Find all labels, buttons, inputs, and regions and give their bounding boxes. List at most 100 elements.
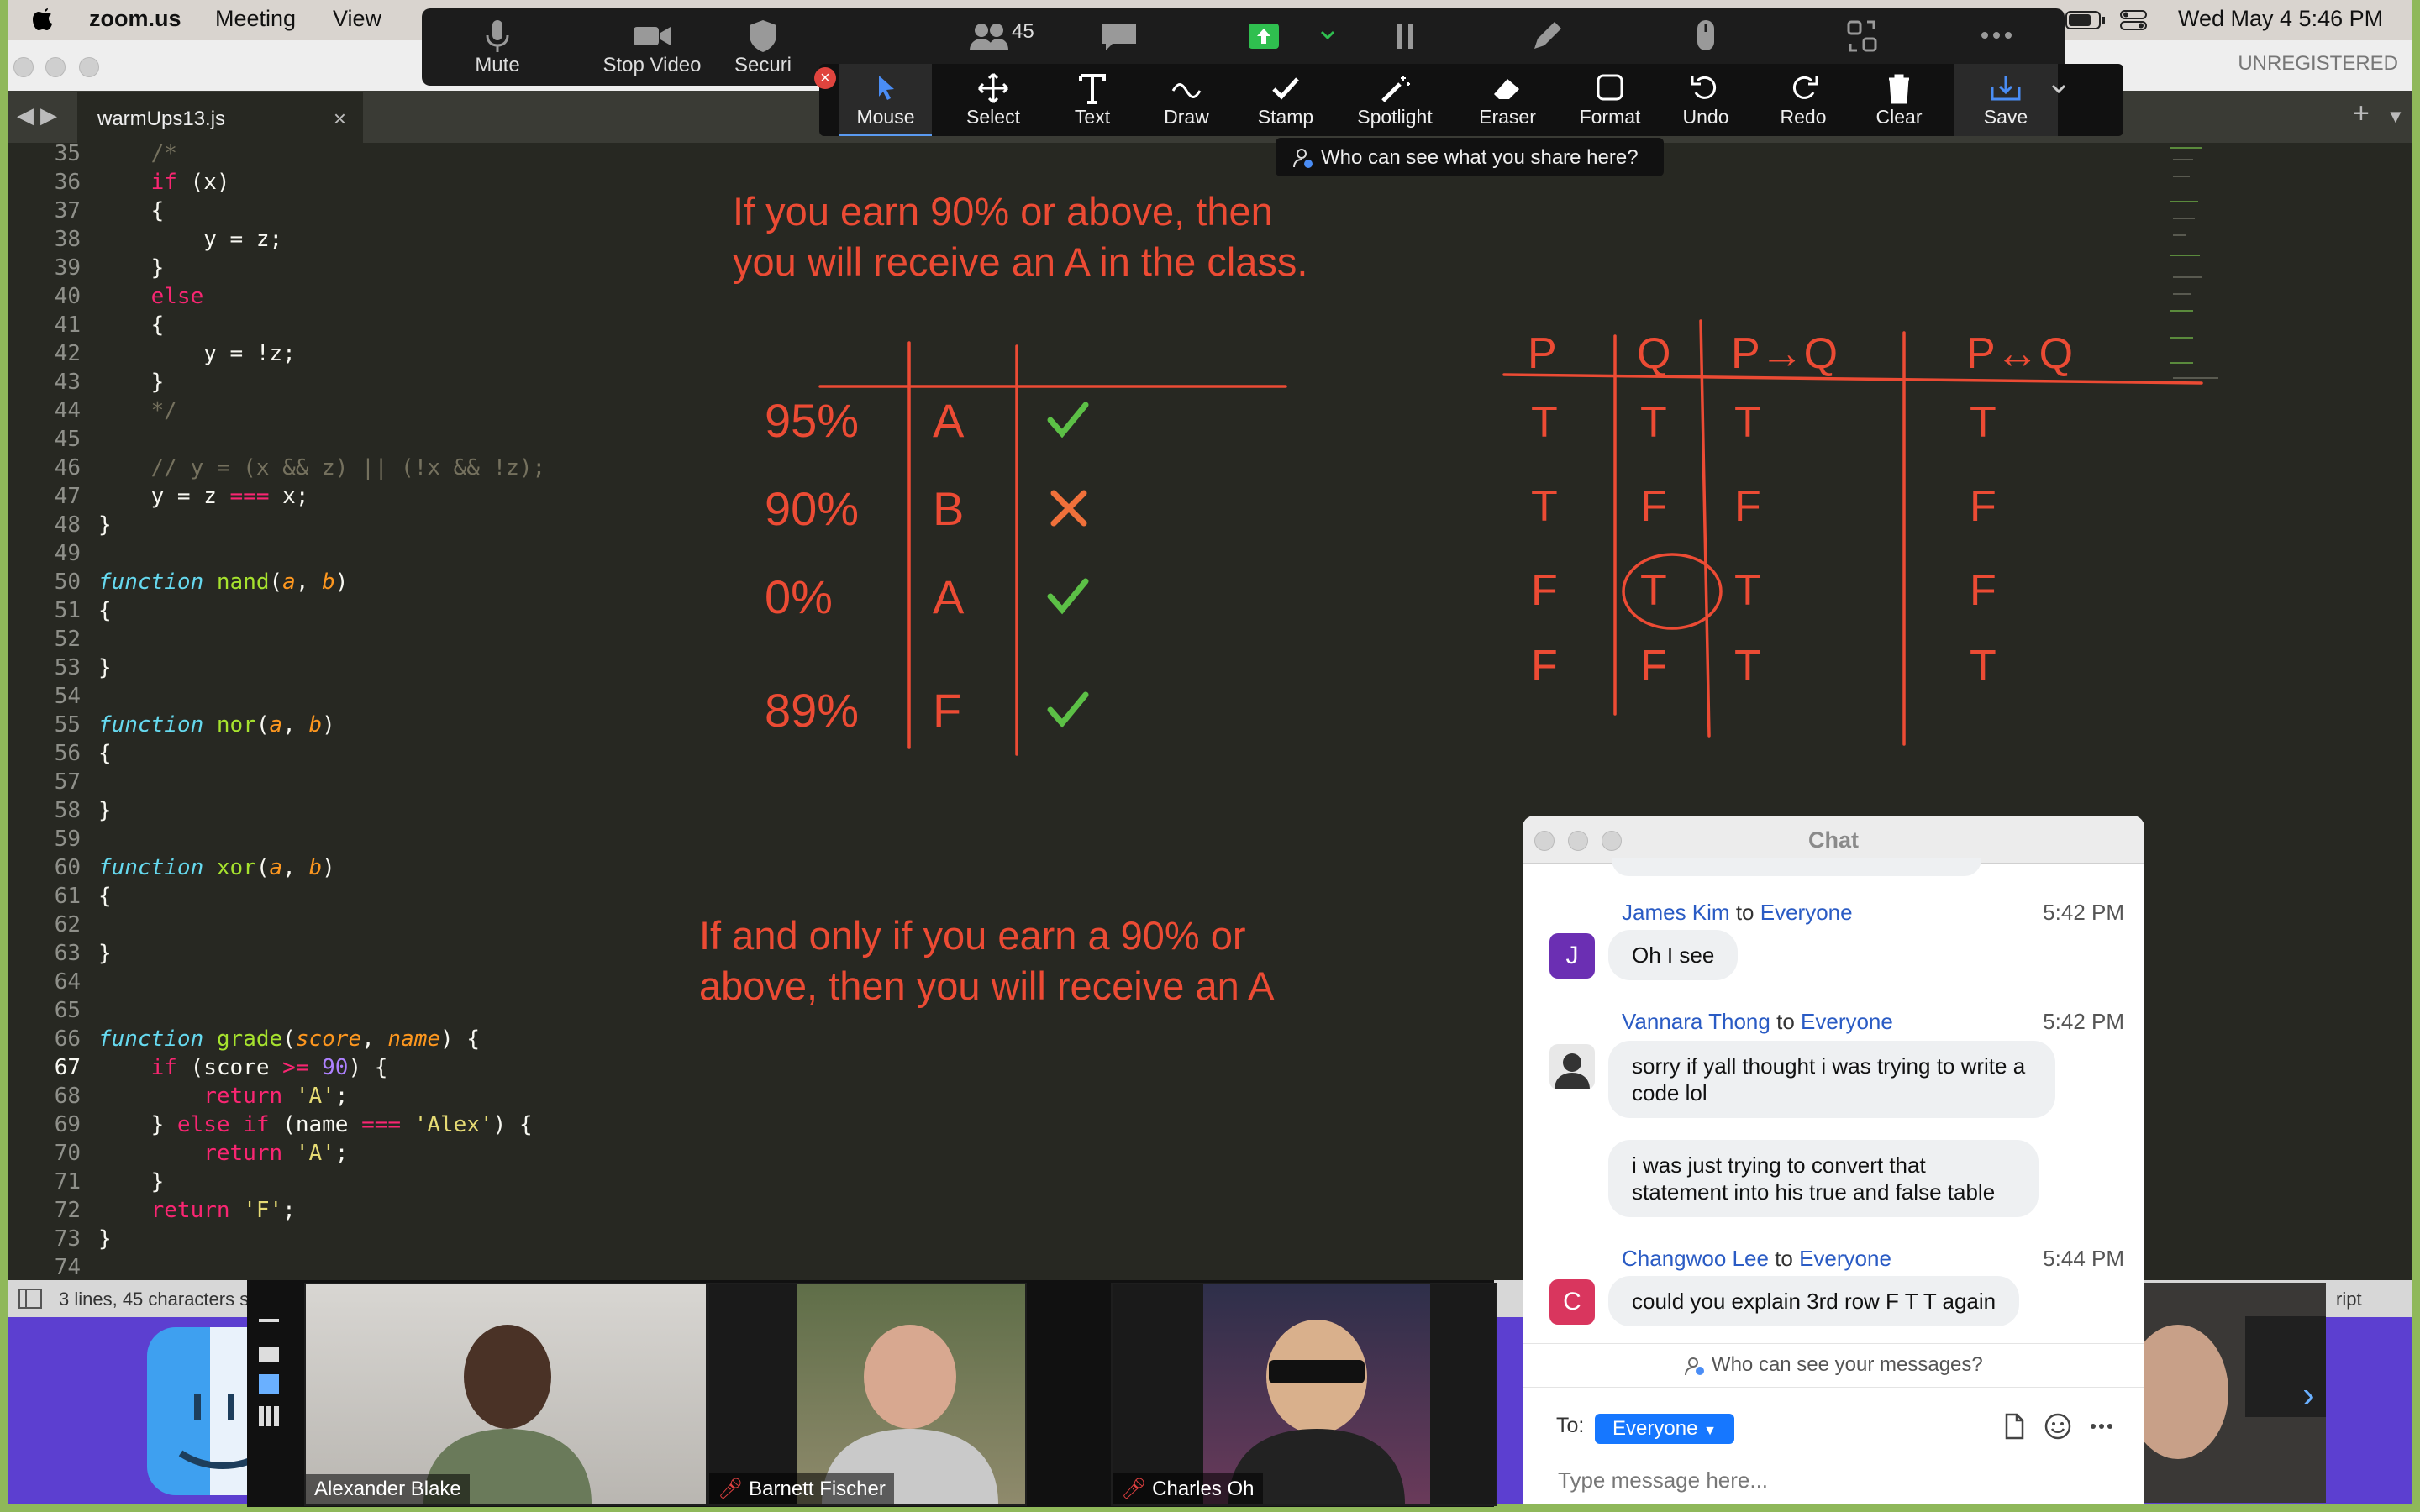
gallery-layout-controls[interactable] xyxy=(259,1319,282,1426)
message-visibility-link[interactable]: Who can see your messages? xyxy=(1523,1353,2144,1377)
tool-undo[interactable]: Undo xyxy=(1660,64,1752,136)
recipient-name[interactable]: Everyone xyxy=(1801,1009,1893,1034)
security-button[interactable]: Securi xyxy=(713,8,813,86)
video-tile-charles-oh[interactable]: 🎤︎ Charles Oh xyxy=(1111,1283,1497,1506)
panel-toggle-icon[interactable] xyxy=(18,1289,42,1309)
code-line[interactable]: { xyxy=(98,598,112,623)
code-line[interactable]: } xyxy=(98,255,165,281)
tab-warmups13[interactable]: warmUps13.js × xyxy=(77,92,363,143)
save-options-chevron[interactable] xyxy=(2046,64,2071,136)
code-line[interactable]: { xyxy=(98,741,112,766)
tool-format[interactable]: Format xyxy=(1564,64,1656,136)
close-annotation-icon[interactable]: × xyxy=(814,67,836,89)
code-line[interactable]: if (score >= 90) { xyxy=(98,1055,388,1080)
code-line[interactable]: y = z; xyxy=(98,227,282,252)
minimap[interactable] xyxy=(2168,143,2227,395)
mute-button[interactable]: Mute xyxy=(422,8,573,86)
code-line[interactable]: } xyxy=(98,1169,165,1194)
message-bubble[interactable]: i was just trying to convert that statem… xyxy=(1608,1140,2039,1217)
code-line[interactable]: } xyxy=(98,941,112,966)
tool-text[interactable]: Text xyxy=(1046,64,1139,136)
tab-close-icon[interactable]: × xyxy=(334,106,346,132)
code-line[interactable]: y = z === x; xyxy=(98,484,309,509)
code-line[interactable]: return 'A'; xyxy=(98,1141,348,1166)
apple-icon[interactable] xyxy=(30,3,55,34)
stop-video-button[interactable]: Stop Video xyxy=(576,8,728,86)
chat-message-input[interactable] xyxy=(1556,1462,2064,1498)
code-line[interactable]: */ xyxy=(98,398,177,423)
minimize-strip-icon[interactable] xyxy=(259,1319,279,1322)
code-line[interactable]: function xor(a, b) xyxy=(98,855,335,880)
recipient-name[interactable]: Everyone xyxy=(1799,1246,1891,1271)
code-line[interactable]: } xyxy=(98,1226,112,1252)
tool-stamp[interactable]: Stamp xyxy=(1239,64,1332,136)
tool-redo[interactable]: Redo xyxy=(1757,64,1849,136)
code-line[interactable]: // y = (x && z) || (!x && !z); xyxy=(98,455,546,480)
speaker-view-icon[interactable] xyxy=(259,1347,279,1362)
line-number: 51 xyxy=(54,598,81,623)
code-line[interactable]: } xyxy=(98,370,165,395)
message-time: 5:42 PM xyxy=(2043,1009,2124,1034)
sender-name[interactable]: Changwoo Lee xyxy=(1622,1246,1769,1271)
code-line[interactable]: return 'F'; xyxy=(98,1198,296,1223)
code-line[interactable]: if (x) xyxy=(98,170,230,195)
code-line[interactable]: { xyxy=(98,312,165,338)
draw-wave-icon xyxy=(1171,83,1202,98)
code-line[interactable]: function grade(score, name) { xyxy=(98,1026,480,1052)
file-attach-icon[interactable] xyxy=(2000,1412,2028,1441)
sender-name[interactable]: James Kim xyxy=(1622,900,1730,925)
share-visibility-tip[interactable]: Who can see what you share here? xyxy=(1276,138,1664,176)
annotate-icon xyxy=(1534,22,1561,49)
code-line[interactable]: } xyxy=(98,512,112,538)
strip-view-icon[interactable] xyxy=(259,1374,279,1394)
message-bubble[interactable]: sorry if yall thought i was trying to wr… xyxy=(1608,1041,2055,1118)
code-line[interactable]: y = !z; xyxy=(98,341,296,366)
window-zoom-button[interactable] xyxy=(79,57,99,77)
menubar-clock[interactable]: Wed May 4 5:46 PM xyxy=(2178,6,2383,32)
menu-meeting[interactable]: Meeting xyxy=(215,6,296,32)
syntax-mode-label[interactable]: ript xyxy=(2336,1289,2362,1310)
more-options-icon[interactable] xyxy=(2087,1412,2116,1441)
video-tile-alexander-blake[interactable]: Alexander Blake xyxy=(304,1283,708,1506)
gallery-view-icon[interactable] xyxy=(259,1406,279,1426)
gallery-next-arrow-icon[interactable]: › xyxy=(2302,1374,2315,1416)
code-line[interactable]: } xyxy=(98,798,112,823)
tool-spotlight[interactable]: Spotlight xyxy=(1340,64,1449,136)
code-line[interactable]: } else if (name === 'Alex') { xyxy=(98,1112,533,1137)
tool-save[interactable]: Save xyxy=(1954,64,2058,136)
video-tile-barnett-fischer[interactable]: 🎤︎ Barnett Fischer xyxy=(708,1283,1027,1506)
code-line[interactable]: function nand(a, b) xyxy=(98,570,348,595)
app-name-menu[interactable]: zoom.us xyxy=(89,6,182,32)
emoji-icon[interactable] xyxy=(2044,1412,2072,1441)
menu-view[interactable]: View xyxy=(333,6,381,32)
line-number: 45 xyxy=(54,427,81,452)
tool-clear[interactable]: Clear xyxy=(1853,64,1945,136)
tab-nav-left-icon[interactable]: ◀ xyxy=(17,102,34,129)
tab-list-chevron-icon[interactable]: ▼ xyxy=(2386,106,2405,128)
message-bubble[interactable]: Oh I see xyxy=(1608,930,1739,980)
code-line[interactable]: /* xyxy=(98,143,177,166)
window-close-button[interactable] xyxy=(13,57,34,77)
control-center-icon[interactable] xyxy=(2119,8,2148,32)
recipient-select[interactable]: Everyone ▼ xyxy=(1595,1414,1734,1444)
tool-select[interactable]: Select xyxy=(947,64,1039,136)
code-line[interactable]: } xyxy=(98,655,112,680)
tool-label: Mouse xyxy=(856,106,915,128)
tool-label: Clear xyxy=(1876,106,1923,128)
tool-draw[interactable]: Draw xyxy=(1140,64,1233,136)
recipient-name[interactable]: Everyone xyxy=(1760,900,1853,925)
participant-video-feed xyxy=(797,1284,1025,1504)
sender-name[interactable]: Vannara Thong xyxy=(1622,1009,1770,1034)
code-line[interactable]: { xyxy=(98,884,112,909)
tool-eraser[interactable]: Eraser xyxy=(1461,64,1554,136)
new-tab-plus-icon[interactable]: + xyxy=(2353,97,2370,130)
tool-mouse[interactable]: Mouse xyxy=(839,64,932,136)
code-line[interactable]: else xyxy=(98,284,204,309)
window-minimize-button[interactable] xyxy=(45,57,66,77)
code-line[interactable]: { xyxy=(98,198,165,223)
code-line[interactable]: function nor(a, b) xyxy=(98,712,335,738)
tab-nav-right-icon[interactable]: ▶ xyxy=(40,102,57,129)
message-bubble[interactable]: could you explain 3rd row F T T again xyxy=(1608,1276,2020,1326)
video-tile-partial[interactable] xyxy=(2144,1283,2326,1503)
code-line[interactable]: return 'A'; xyxy=(98,1084,348,1109)
